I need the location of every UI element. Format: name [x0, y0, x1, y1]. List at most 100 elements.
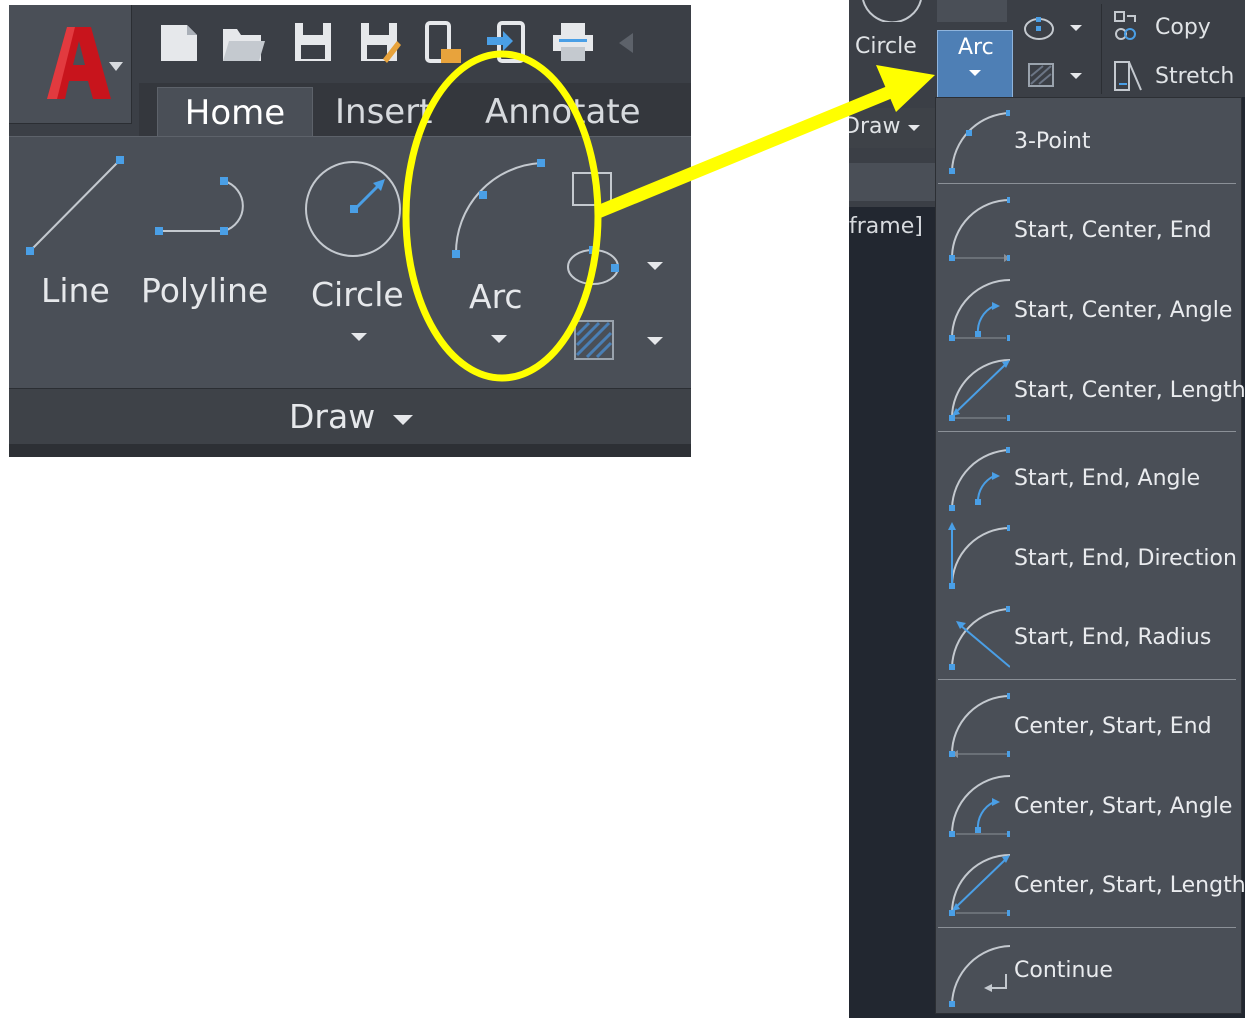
- menu-separator: [938, 431, 1236, 432]
- arc-button[interactable]: Arc: [441, 151, 561, 351]
- arc-continue-icon: [949, 945, 1010, 1007]
- polyline-icon: [155, 177, 244, 235]
- undo-arrow-icon[interactable]: [615, 19, 645, 65]
- copy-icon: [1114, 11, 1136, 40]
- menu-item-label: Center, Start, End: [1014, 714, 1212, 739]
- menu-item-start-end-angle[interactable]: Start, End, Angle: [936, 440, 1241, 518]
- line-icon: [26, 156, 124, 255]
- hatch-dropdown-arrow-icon[interactable]: [645, 335, 665, 347]
- menu-item-label: 3-Point: [1014, 129, 1091, 154]
- arc-center-start-angle-icon: [949, 775, 1010, 837]
- menu-item-center-start-length[interactable]: Center, Start, Length: [936, 847, 1245, 925]
- tab-annotate[interactable]: Annotate: [485, 87, 641, 137]
- application-menu-button[interactable]: [9, 5, 132, 124]
- circle-icon: [305, 161, 401, 257]
- save-as-icon[interactable]: [357, 19, 401, 65]
- plot-printer-icon[interactable]: [551, 19, 595, 65]
- hatch-small-icon[interactable]: [1025, 60, 1061, 90]
- menu-item-continue[interactable]: Continue: [936, 936, 1241, 1014]
- ribbon-left-panel: Home Insert Annotate Line Polyline Circl…: [9, 5, 691, 457]
- menu-item-start-center-angle[interactable]: Start, Center, Angle: [936, 272, 1241, 350]
- ellipse-dropdown-icon[interactable]: [1069, 24, 1083, 32]
- line-label: Line: [41, 271, 110, 310]
- ribbon-tab-strip: Home Insert Annotate: [139, 83, 691, 138]
- menu-item-label: Start, End, Angle: [1014, 466, 1201, 491]
- menu-item-label: Start, Center, End: [1014, 218, 1212, 243]
- arc-start-center-angle-icon: [949, 279, 1010, 341]
- polyline-label: Polyline: [141, 271, 269, 310]
- right-draw-expand-arrow-icon[interactable]: [907, 124, 921, 132]
- hatch-dropdown-icon[interactable]: [1069, 72, 1083, 80]
- new-file-icon[interactable]: [157, 19, 201, 65]
- circle-tool-label[interactable]: Circle: [855, 34, 917, 59]
- menu-item-label: Center, Start, Length: [1014, 873, 1245, 898]
- save-to-mobile-icon[interactable]: [485, 19, 529, 65]
- arc-start-end-angle-icon: [949, 447, 1010, 511]
- menu-item-start-center-length[interactable]: Start, Center, Length: [936, 352, 1245, 430]
- stretch-icon: [1114, 61, 1142, 91]
- menu-item-label: Center, Start, Angle: [1014, 794, 1233, 819]
- menu-item-start-center-end[interactable]: Start, Center, End: [936, 192, 1241, 270]
- menu-item-start-end-direction[interactable]: Start, End, Direction: [936, 520, 1241, 598]
- open-from-mobile-icon[interactable]: [421, 19, 465, 65]
- menu-item-label: Continue: [1014, 958, 1113, 983]
- ribbon-bottom-edge: [9, 444, 691, 457]
- arc-start-end-direction-icon: [948, 522, 1010, 589]
- arc-center-start-end-icon: [949, 693, 1010, 758]
- command-line-text: frame]: [849, 214, 923, 239]
- polyline-button[interactable]: Polyline: [135, 151, 275, 321]
- menu-item-label: Start, Center, Angle: [1014, 298, 1233, 323]
- menu-item-label: Start, End, Direction: [1014, 546, 1237, 571]
- file-tab-strip: [849, 163, 937, 201]
- arc-icon: [452, 159, 545, 258]
- right-draw-title: Draw: [849, 114, 901, 139]
- save-icon[interactable]: [291, 19, 335, 65]
- ellipse-icon[interactable]: [563, 241, 623, 291]
- arc-start-center-length-icon: [949, 359, 1010, 421]
- stretch-button[interactable]: Stretch: [1155, 64, 1234, 89]
- arc-options-menu: 3-Point Start, Center, End Start, Center…: [935, 97, 1245, 1014]
- hatch-icon[interactable]: [567, 315, 623, 365]
- right-draw-title-bar[interactable]: Draw: [849, 108, 937, 148]
- arc-center-start-length-icon: [949, 854, 1010, 916]
- arc-tool-button-active[interactable]: Arc: [937, 30, 1013, 98]
- menu-item-label: Start, End, Radius: [1014, 625, 1212, 650]
- tab-insert[interactable]: Insert: [335, 87, 433, 137]
- arc-tool-top-edge: [937, 0, 1007, 22]
- arc-3-point-icon: [949, 110, 1010, 174]
- menu-separator: [938, 679, 1236, 680]
- line-button[interactable]: Line: [19, 151, 129, 321]
- arc-dropdown-arrow-icon[interactable]: [489, 333, 509, 345]
- circle-label: Circle: [311, 275, 404, 314]
- ellipse-small-icon[interactable]: [1021, 14, 1061, 44]
- open-folder-icon[interactable]: [221, 19, 265, 65]
- right-ribbon-strip: Circle Arc Copy Stretch: [849, 0, 1245, 98]
- copy-button[interactable]: Copy: [1155, 15, 1211, 40]
- rectangle-dropdown-arrow-icon[interactable]: [645, 183, 665, 195]
- circle-tool-dropdown-arrow-icon[interactable]: [878, 68, 892, 76]
- arc-start-end-radius-icon: [949, 606, 1010, 670]
- arc-tool-label: Arc: [958, 35, 994, 60]
- draw-panel: Line Polyline Circle Arc: [9, 136, 691, 389]
- menu-item-label: Start, Center, Length: [1014, 378, 1245, 403]
- arc-tool-dropdown-arrow-icon[interactable]: [968, 69, 982, 77]
- tab-home[interactable]: Home: [157, 87, 313, 138]
- rectangle-icon[interactable]: [565, 165, 621, 209]
- menu-item-center-start-angle[interactable]: Center, Start, Angle: [936, 768, 1241, 846]
- arc-dropdown-panel: Circle Arc Copy Stretch Draw frame] 3-Po…: [849, 0, 1245, 1018]
- quick-access-toolbar: [139, 5, 691, 83]
- draw-panel-title: Draw: [289, 397, 376, 436]
- draw-panel-expand-arrow-icon[interactable]: [391, 413, 415, 427]
- arc-label: Arc: [469, 277, 523, 316]
- menu-item-start-end-radius[interactable]: Start, End, Radius: [936, 599, 1241, 677]
- circle-icon-partial: [862, 0, 922, 22]
- menu-item-center-start-end[interactable]: Center, Start, End: [936, 688, 1241, 766]
- panel-divider: [1101, 4, 1102, 94]
- menu-item-3-point[interactable]: 3-Point: [936, 103, 1241, 181]
- arc-start-center-end-icon: [949, 197, 1010, 262]
- ellipse-dropdown-arrow-icon[interactable]: [645, 260, 665, 272]
- menu-separator: [938, 183, 1236, 184]
- circle-dropdown-arrow-icon[interactable]: [349, 331, 369, 343]
- circle-button[interactable]: Circle: [297, 151, 417, 351]
- draw-panel-title-bar[interactable]: Draw: [9, 388, 691, 445]
